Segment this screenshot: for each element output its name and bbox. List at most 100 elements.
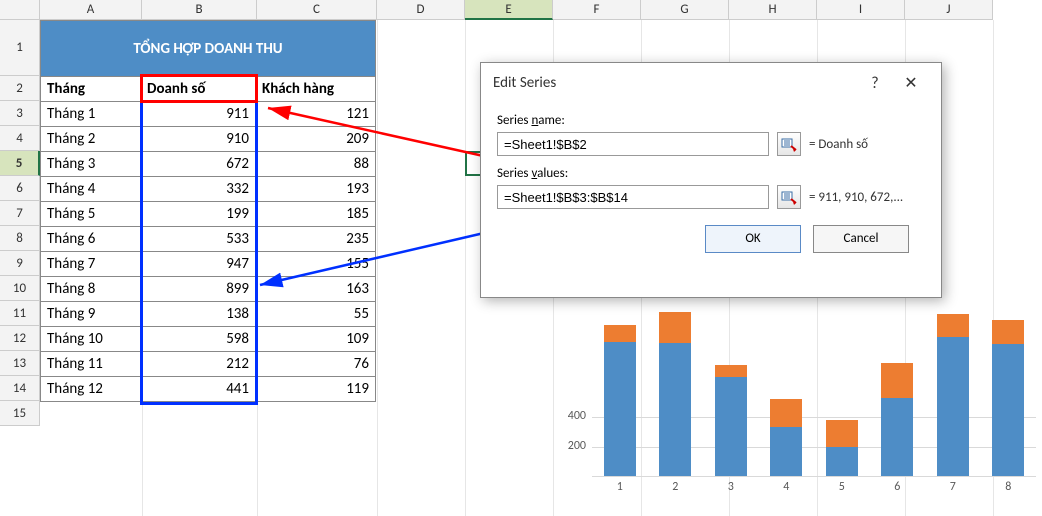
cell-khachhang[interactable]: 163 (256, 277, 376, 302)
cell-thang[interactable]: Tháng 9 (41, 302, 141, 327)
cell-khachhang[interactable]: 55 (256, 302, 376, 327)
embedded-chart[interactable]: 20040012345678 (552, 300, 1040, 500)
table-row[interactable]: Tháng 5199185 (41, 202, 376, 227)
cell-thang[interactable]: Tháng 10 (41, 327, 141, 352)
cell-thang[interactable]: Tháng 2 (41, 127, 141, 152)
spreadsheet-area[interactable]: TỔNG HỢP DOANH THU Tháng Doanh số Khách … (40, 20, 376, 402)
chart-bar[interactable] (881, 363, 913, 476)
cell-khachhang[interactable]: 109 (256, 327, 376, 352)
series-name-input[interactable] (497, 132, 769, 156)
row-header-2[interactable]: 2 (0, 76, 40, 101)
col-header-doanhso[interactable]: Doanh số (141, 77, 256, 102)
cell-doanhso[interactable]: 672 (141, 152, 256, 177)
col-header-C[interactable]: C (257, 0, 377, 20)
row-header-11[interactable]: 11 (0, 301, 40, 326)
cell-thang[interactable]: Tháng 4 (41, 177, 141, 202)
row-header-13[interactable]: 13 (0, 351, 40, 376)
row-header-10[interactable]: 10 (0, 276, 40, 301)
table-row[interactable]: Tháng 10598109 (41, 327, 376, 352)
chart-bar[interactable] (715, 365, 747, 476)
cell-khachhang[interactable]: 76 (256, 352, 376, 377)
table-row[interactable]: Tháng 6533235 (41, 227, 376, 252)
help-icon[interactable]: ? (857, 65, 893, 101)
col-header-B[interactable]: B (142, 0, 257, 20)
row-header-6[interactable]: 6 (0, 176, 40, 201)
close-icon[interactable]: ✕ (893, 65, 929, 101)
cell-doanhso[interactable]: 910 (141, 127, 256, 152)
col-header-E[interactable]: E (465, 0, 553, 20)
col-header-khachhang[interactable]: Khách hàng (256, 77, 376, 102)
row-header-8[interactable]: 8 (0, 226, 40, 251)
col-header-thang[interactable]: Tháng (41, 77, 141, 102)
cell-thang[interactable]: Tháng 5 (41, 202, 141, 227)
chart-bar[interactable] (770, 399, 802, 476)
table-row[interactable]: Tháng 1911121 (41, 102, 376, 127)
cell-doanhso[interactable]: 212 (141, 352, 256, 377)
cell-thang[interactable]: Tháng 8 (41, 277, 141, 302)
chart-bar[interactable] (659, 312, 691, 476)
cell-thang[interactable]: Tháng 3 (41, 152, 141, 177)
col-header-H[interactable]: H (729, 0, 817, 20)
table-title[interactable]: TỔNG HỢP DOANH THU (41, 21, 376, 77)
row-header-12[interactable]: 12 (0, 326, 40, 351)
cell-doanhso[interactable]: 199 (141, 202, 256, 227)
table-row[interactable]: Tháng 8899163 (41, 277, 376, 302)
data-table[interactable]: TỔNG HỢP DOANH THU Tháng Doanh số Khách … (40, 20, 376, 402)
col-header-D[interactable]: D (377, 0, 465, 20)
row-header-14[interactable]: 14 (0, 376, 40, 401)
cell-thang[interactable]: Tháng 11 (41, 352, 141, 377)
range-select-name-button[interactable] (777, 132, 801, 156)
col-header-I[interactable]: I (817, 0, 905, 20)
table-row[interactable]: Tháng 913855 (41, 302, 376, 327)
ok-button[interactable]: OK (705, 225, 801, 253)
table-row[interactable]: Tháng 12441119 (41, 377, 376, 402)
cell-thang[interactable]: Tháng 6 (41, 227, 141, 252)
col-header-A[interactable]: A (40, 0, 142, 20)
chart-bar[interactable] (937, 314, 969, 476)
cell-khachhang[interactable]: 185 (256, 202, 376, 227)
chart-x-tick: 3 (703, 480, 759, 500)
col-header-J[interactable]: J (905, 0, 993, 20)
cell-khachhang[interactable]: 209 (256, 127, 376, 152)
col-header-G[interactable]: G (641, 0, 729, 20)
range-select-values-button[interactable] (777, 185, 801, 209)
table-row[interactable]: Tháng 7947155 (41, 252, 376, 277)
series-values-input[interactable] (497, 185, 769, 209)
table-row[interactable]: Tháng 4332193 (41, 177, 376, 202)
row-header-4[interactable]: 4 (0, 126, 40, 151)
row-header-3[interactable]: 3 (0, 101, 40, 126)
row-header-1[interactable]: 1 (0, 20, 40, 76)
cell-khachhang[interactable]: 121 (256, 102, 376, 127)
cell-doanhso[interactable]: 332 (141, 177, 256, 202)
row-header-15[interactable]: 15 (0, 401, 40, 426)
cell-khachhang[interactable]: 155 (256, 252, 376, 277)
col-header-F[interactable]: F (553, 0, 641, 20)
chart-bar[interactable] (604, 325, 636, 476)
cancel-button[interactable]: Cancel (813, 225, 909, 253)
cell-khachhang[interactable]: 193 (256, 177, 376, 202)
table-row[interactable]: Tháng 2910209 (41, 127, 376, 152)
table-row[interactable]: Tháng 367288 (41, 152, 376, 177)
cell-doanhso[interactable]: 947 (141, 252, 256, 277)
cell-doanhso[interactable]: 911 (141, 102, 256, 127)
series-values-preview: = 911, 910, 672,... (809, 190, 903, 205)
cell-doanhso[interactable]: 598 (141, 327, 256, 352)
cell-khachhang[interactable]: 119 (256, 377, 376, 402)
cell-thang[interactable]: Tháng 12 (41, 377, 141, 402)
cell-khachhang[interactable]: 88 (256, 152, 376, 177)
chart-bar[interactable] (992, 320, 1024, 476)
cell-doanhso[interactable]: 138 (141, 302, 256, 327)
row-header-5[interactable]: 5 (0, 151, 40, 176)
chart-bar[interactable] (826, 420, 858, 476)
cell-khachhang[interactable]: 235 (256, 227, 376, 252)
cell-doanhso[interactable]: 533 (141, 227, 256, 252)
row-header-9[interactable]: 9 (0, 251, 40, 276)
cell-thang[interactable]: Tháng 7 (41, 252, 141, 277)
cell-doanhso[interactable]: 899 (141, 277, 256, 302)
cell-doanhso[interactable]: 441 (141, 377, 256, 402)
row-header-7[interactable]: 7 (0, 201, 40, 226)
corner-cell[interactable] (0, 0, 40, 20)
edit-series-dialog[interactable]: Edit Series ? ✕ Series name: = Doanh số … (480, 62, 942, 298)
cell-thang[interactable]: Tháng 1 (41, 102, 141, 127)
table-row[interactable]: Tháng 1121276 (41, 352, 376, 377)
